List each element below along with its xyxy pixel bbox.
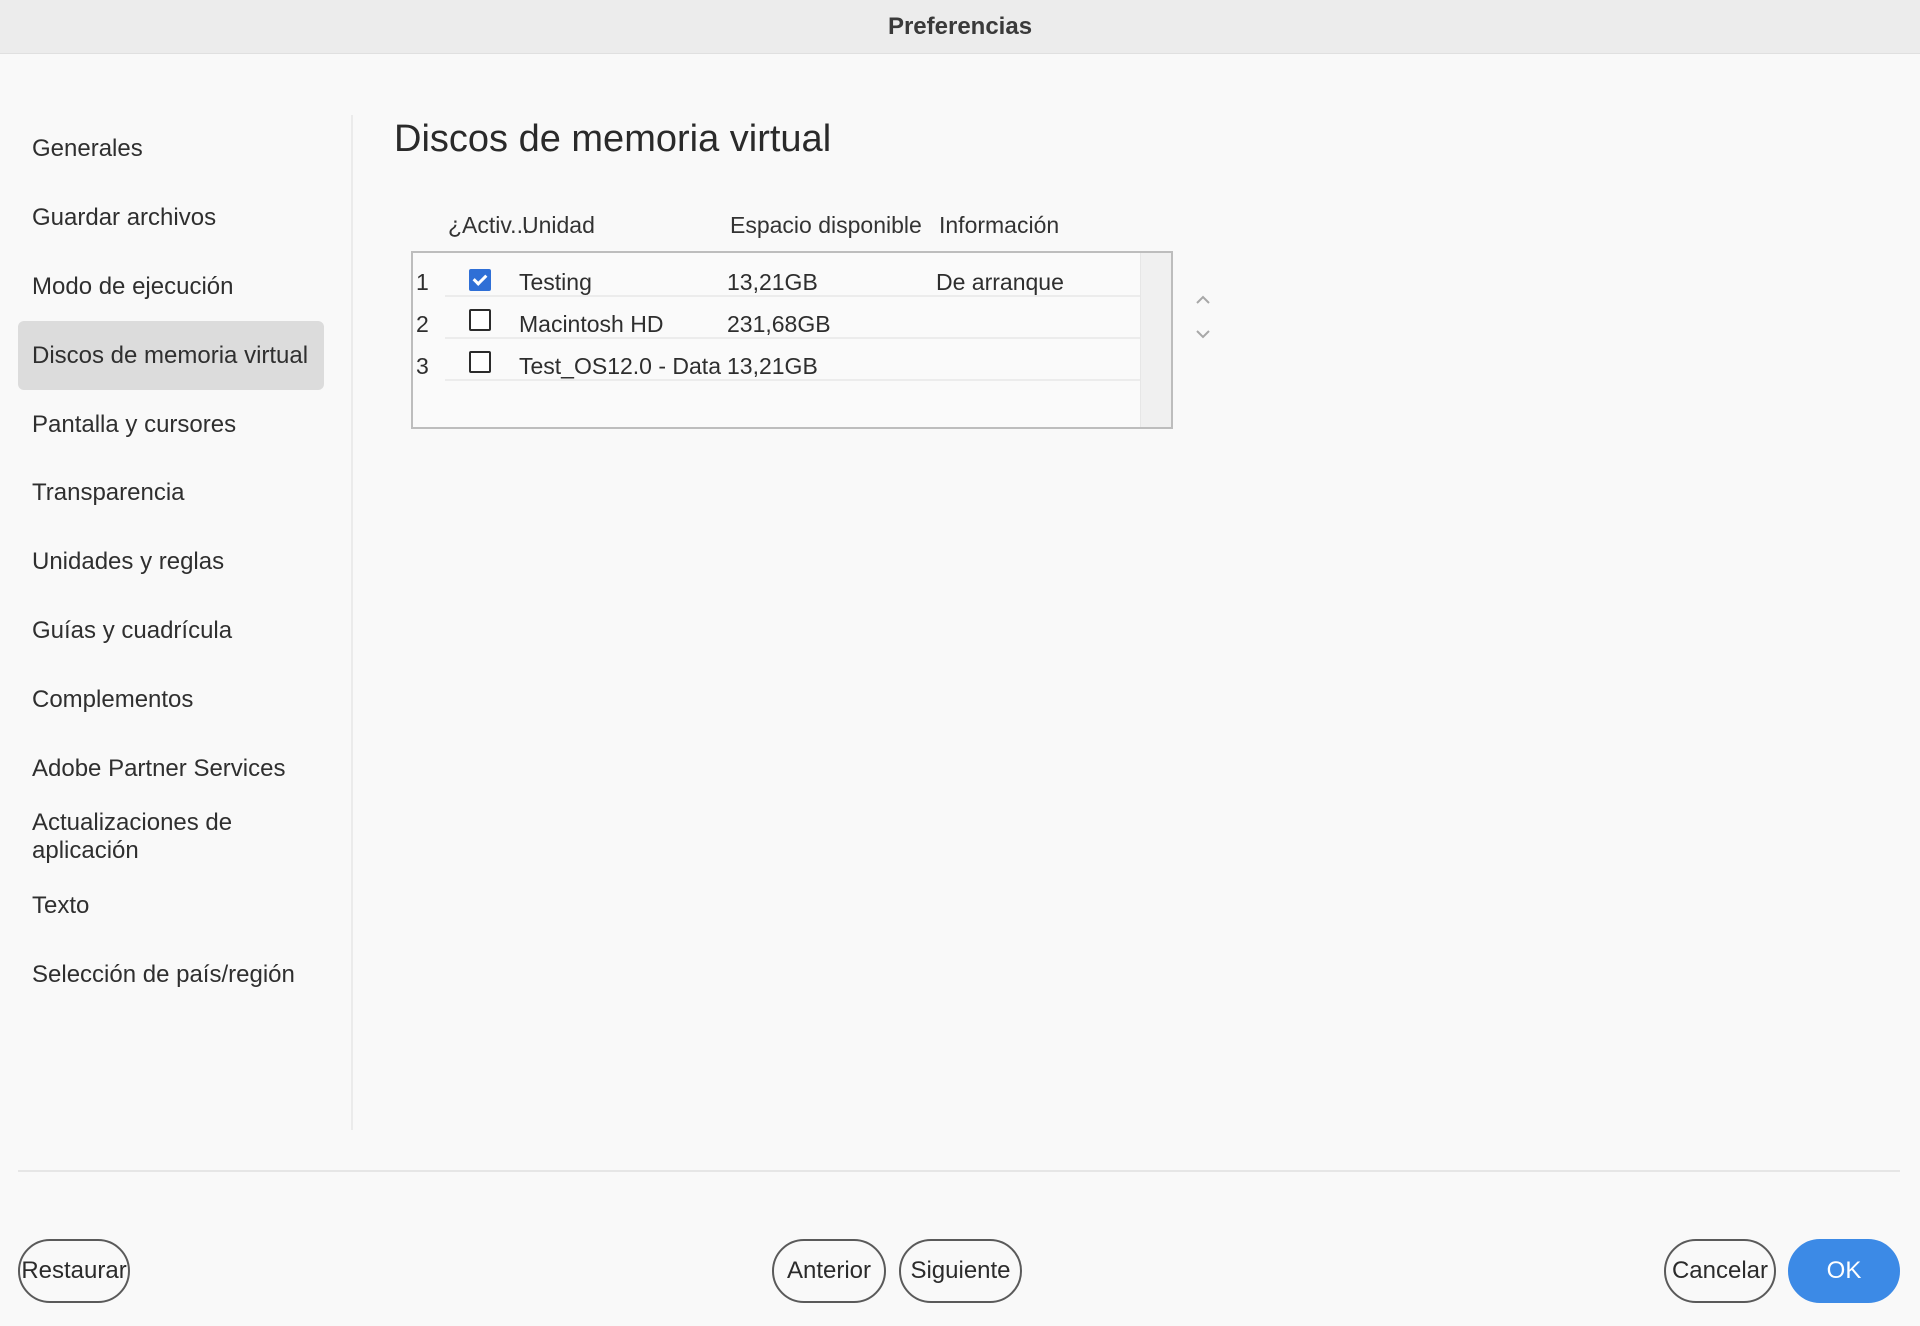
column-header-unit[interactable]: Unidad (522, 212, 595, 239)
table-row[interactable]: 1 Testing 13,21GB De arranque (413, 255, 1143, 297)
unit-cell: Macintosh HD (519, 311, 664, 337)
row-index: 1 (416, 269, 429, 295)
table-row[interactable]: 2 Macintosh HD 231,68GB (413, 297, 1143, 339)
row-index: 3 (416, 353, 429, 379)
title-bar: Preferencias (0, 0, 1920, 54)
preferences-window: Preferencias Generales Guardar archivos … (0, 0, 1920, 1326)
space-cell: 13,21GB (727, 269, 818, 295)
sidebar-item-label: Guías y cuadrícula (32, 616, 233, 644)
sidebar-item-adobe-partner-services[interactable]: Adobe Partner Services (18, 734, 324, 803)
sidebar-item-discos-memoria-virtual[interactable]: Discos de memoria virtual (18, 321, 324, 391)
sidebar-item-label: Pantalla y cursores (32, 410, 237, 438)
active-checkbox[interactable] (469, 351, 491, 373)
sidebar-item-texto[interactable]: Texto (18, 872, 324, 941)
sidebar-item-unidades-reglas[interactable]: Unidades y reglas (18, 528, 324, 597)
table-scrollbar[interactable] (1140, 253, 1171, 427)
space-cell: 13,21GB (727, 353, 818, 379)
info-cell: De arranque (936, 269, 1064, 295)
sidebar-item-label: Actualizaciones de aplicación (32, 809, 233, 865)
sidebar-item-label: Selección de país/región (32, 960, 295, 988)
sidebar-divider (351, 115, 353, 1130)
page-title: Discos de memoria virtual (394, 118, 832, 160)
sidebar-item-pantalla-cursores[interactable]: Pantalla y cursores (18, 390, 324, 459)
footer-divider (18, 1170, 1900, 1172)
sidebar-item-label: Transparencia (32, 479, 185, 507)
sidebar-item-label: Generales (32, 135, 143, 163)
sidebar-item-modo-ejecucion[interactable]: Modo de ejecución (18, 253, 324, 322)
sidebar-item-generales[interactable]: Generales (18, 115, 324, 184)
chevron-up-icon (1196, 295, 1210, 304)
sidebar-item-label: Guardar archivos (32, 204, 217, 232)
sidebar-item-seleccion-pais[interactable]: Selección de país/región (18, 941, 324, 1010)
previous-button[interactable]: Anterior (772, 1239, 886, 1303)
column-header-active[interactable]: ¿Activ... (448, 212, 529, 239)
move-down-button[interactable] (1192, 323, 1214, 345)
sidebar-item-complementos[interactable]: Complementos (18, 665, 324, 734)
ok-button[interactable]: OK (1788, 1239, 1900, 1303)
table-row[interactable]: 3 Test_OS12.0 - Data 13,21GB (413, 339, 1143, 381)
sidebar-item-label: Unidades y reglas (32, 548, 225, 576)
active-checkbox[interactable] (469, 309, 491, 331)
sidebar-item-label: Adobe Partner Services (32, 754, 286, 782)
column-header-info[interactable]: Información (939, 212, 1059, 239)
active-checkbox[interactable] (469, 269, 491, 291)
sidebar-item-guias-cuadricula[interactable]: Guías y cuadrícula (18, 597, 324, 666)
sidebar: Generales Guardar archivos Modo de ejecu… (18, 115, 324, 1009)
sidebar-item-actualizaciones[interactable]: Actualizaciones de aplicación (18, 803, 324, 872)
unit-cell: Test_OS12.0 - Data (519, 353, 721, 379)
sidebar-item-transparencia[interactable]: Transparencia (18, 459, 324, 528)
move-up-button[interactable] (1192, 289, 1214, 311)
sidebar-item-label: Texto (32, 892, 90, 920)
chevron-down-icon (1196, 330, 1210, 339)
column-header-space[interactable]: Espacio disponible (730, 212, 922, 239)
sidebar-item-label: Complementos (32, 685, 194, 713)
sidebar-item-label: Discos de memoria virtual (32, 341, 309, 369)
unit-cell: Testing (519, 269, 592, 295)
row-divider (445, 379, 1143, 381)
next-button[interactable]: Siguiente (899, 1239, 1022, 1303)
space-cell: 231,68GB (727, 311, 831, 337)
sidebar-item-label: Modo de ejecución (32, 272, 234, 300)
row-index: 2 (416, 311, 429, 337)
cancel-button[interactable]: Cancelar (1664, 1239, 1776, 1303)
window-title: Preferencias (887, 12, 1033, 40)
scratch-disks-table: 1 Testing 13,21GB De arranque 2 Macintos… (411, 251, 1173, 429)
restore-button[interactable]: Restaurar (18, 1239, 130, 1303)
sidebar-item-guardar-archivos[interactable]: Guardar archivos (18, 184, 324, 253)
